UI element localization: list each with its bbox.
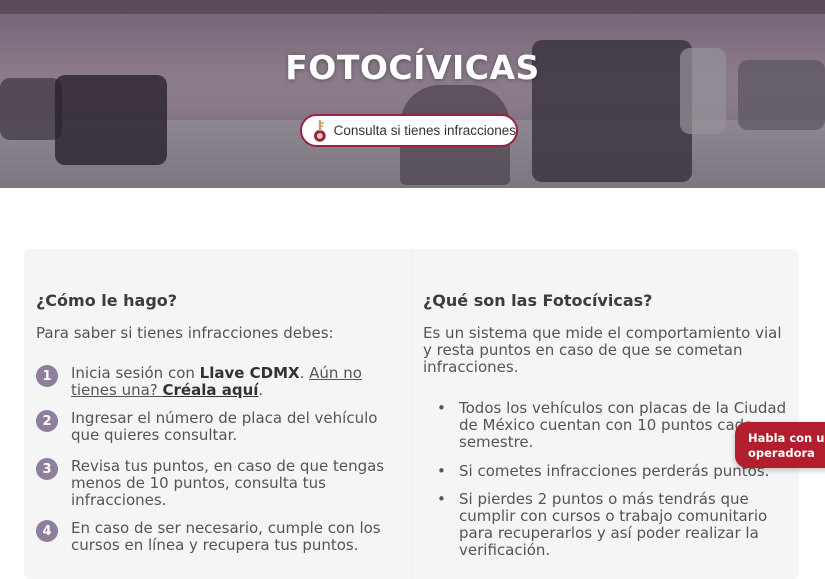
hero-car <box>0 78 62 140</box>
hero-car <box>55 75 167 165</box>
step-text-part: . <box>258 381 264 399</box>
como-le-hago-heading: ¿Cómo le hago? <box>36 291 178 310</box>
chat-label-line2: operadora <box>748 446 815 460</box>
step-text: En caso de ser necesario, cumple con los… <box>71 519 381 554</box>
step-item: 4 En caso de ser necesario, cumple con l… <box>36 520 396 554</box>
step-number-badge: 2 <box>36 410 58 432</box>
list-item: • Si cometes infracciones perderás punto… <box>423 463 793 480</box>
crear-llave-link-bold: Créala aquí <box>162 381 259 399</box>
chat-operadora-button[interactable]: Habla con una operadora <box>735 422 825 468</box>
como-le-hago-intro: Para saber si tienes infracciones debes: <box>36 324 334 342</box>
step-text: Revisa tus puntos, en caso de que tengas… <box>71 457 385 509</box>
step-number-badge: 4 <box>36 520 58 542</box>
step-number-badge: 1 <box>36 365 58 387</box>
step-text: Inicia sesión con Llave CDMX. Aún no tie… <box>71 365 396 399</box>
step-text-part: Inicia sesión con <box>71 364 200 382</box>
list-item: • Si pierdes 2 puntos o más tendrás que … <box>423 491 793 559</box>
consulta-button-label: Consulta si tienes infracciones <box>333 123 516 138</box>
hero-banner: FOTOCÍVICAS Consulta si tienes infraccio… <box>0 0 825 188</box>
step-item: 3 Revisa tus puntos, en caso de que teng… <box>36 458 396 509</box>
hero-bridge <box>0 0 825 14</box>
step-number-badge: 3 <box>36 458 58 480</box>
bullet-icon: • <box>437 462 446 480</box>
bullet-text: Si pierdes 2 puntos o más tendrás que cu… <box>459 490 768 559</box>
bullet-icon: • <box>437 490 446 508</box>
step-text: Ingresar el número de placa del vehículo… <box>71 409 378 444</box>
bullet-icon: • <box>437 399 446 417</box>
que-son-intro: Es un sistema que mide el comportamiento… <box>423 324 782 376</box>
llave-cdmx-label: Llave CDMX <box>199 364 300 382</box>
key-icon <box>313 119 326 142</box>
chat-label-line1: Habla con una <box>748 431 825 445</box>
step-item: 2 Ingresar el número de placa del vehícu… <box>36 410 396 444</box>
step-item: 1 Inicia sesión con Llave CDMX. Aún no t… <box>36 365 396 399</box>
que-son-heading: ¿Qué son las Fotocívicas? <box>423 291 653 310</box>
consulta-infracciones-button[interactable]: Consulta si tienes infracciones <box>300 114 518 147</box>
step-text-part: . <box>299 364 310 382</box>
panel-divider <box>411 249 412 579</box>
page-title: FOTOCÍVICAS <box>285 48 540 87</box>
